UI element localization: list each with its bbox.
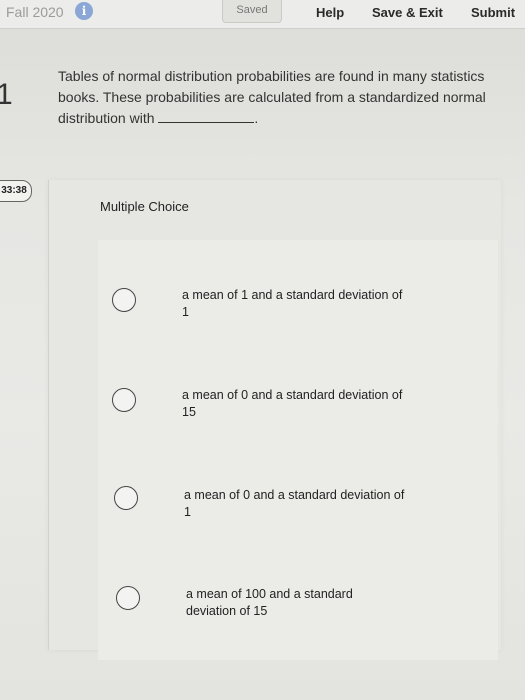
question-prompt: Tables of normal distribution probabilit…: [58, 66, 488, 129]
radio-button-icon[interactable]: [114, 486, 138, 510]
answer-blank: [158, 108, 255, 123]
radio-button-icon[interactable]: [112, 388, 136, 412]
question-end: .: [254, 110, 259, 126]
help-button[interactable]: Help: [316, 5, 344, 20]
question-number: 1: [0, 78, 13, 111]
option-text: a mean of 0 and a standard deviation of …: [184, 488, 405, 519]
top-bar: Fall 2020 i Saved Help Save & Exit Submi…: [0, 0, 525, 29]
option-text: a mean of 0 and a standard deviation of …: [182, 388, 403, 419]
option-text: a mean of 1 and a standard deviation of …: [182, 288, 403, 319]
multiple-choice-heading: Multiple Choice: [100, 199, 189, 214]
course-title: Fall 2020: [6, 4, 64, 20]
submit-button[interactable]: Submit: [471, 5, 515, 20]
option-text: a mean of 100 and a standard deviation o…: [186, 587, 353, 618]
radio-button-icon[interactable]: [112, 288, 136, 312]
question-text: Tables of normal distribution probabilit…: [58, 68, 486, 126]
saved-status: Saved: [222, 0, 282, 23]
radio-button-icon[interactable]: [116, 586, 140, 610]
timer: 33:38: [0, 180, 32, 202]
options-panel: a mean of 1 and a standard deviation of …: [98, 240, 498, 660]
info-icon[interactable]: i: [75, 2, 93, 20]
save-exit-button[interactable]: Save & Exit: [372, 5, 443, 20]
